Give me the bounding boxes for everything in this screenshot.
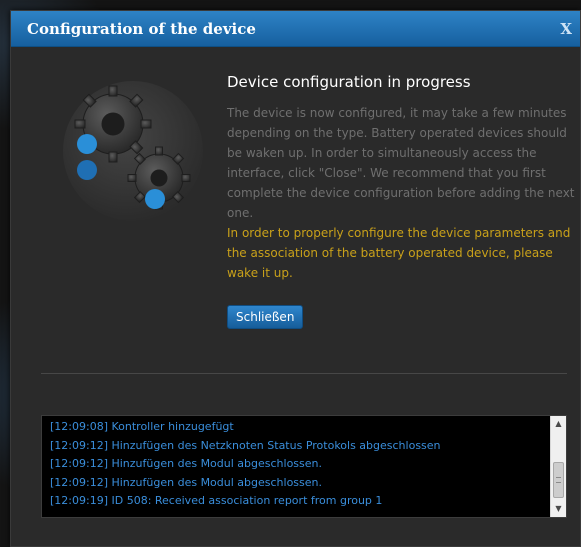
scroll-thumb[interactable]: [553, 462, 564, 498]
scroll-grip-icon: [556, 477, 561, 483]
progress-heading: Device configuration in progress: [227, 73, 471, 91]
gears-icon: [63, 81, 203, 221]
accent-dot-icon: [145, 189, 165, 209]
log-line: [12:09:08] Kontroller hinzugefügt: [50, 420, 234, 433]
divider: [41, 373, 567, 374]
log-lines: [12:09:08] Kontroller hinzugefügt [12:09…: [50, 418, 550, 511]
configuration-dialog: Configuration of the device X Device con…: [10, 10, 581, 547]
dialog-content: Device configuration in progress The dev…: [227, 73, 577, 329]
info-text: The device is now configured, it may tak…: [227, 106, 575, 220]
log-scrollbar[interactable]: ▲ ▼: [550, 416, 566, 517]
dialog-close-icon[interactable]: X: [560, 11, 572, 47]
accent-dot-icon: [77, 160, 97, 180]
log-line: [12:09:12] Hinzufügen des Modul abgeschl…: [50, 457, 323, 470]
log-line: [12:09:12] Hinzufügen des Netzknoten Sta…: [50, 438, 441, 452]
accent-dot-icon: [77, 134, 97, 154]
close-button[interactable]: Schließen: [227, 305, 304, 329]
scroll-up-icon[interactable]: ▲: [551, 416, 566, 432]
wake-up-warning: In order to properly configure the devic…: [227, 226, 571, 280]
dialog-title: Configuration of the device: [27, 20, 256, 38]
log-line: [12:09:12] Hinzufügen des Modul abgeschl…: [50, 475, 323, 489]
scroll-down-icon[interactable]: ▼: [551, 501, 566, 517]
log-panel[interactable]: [12:09:08] Kontroller hinzugefügt [12:09…: [41, 415, 567, 518]
dialog-titlebar: Configuration of the device X: [11, 11, 580, 47]
log-line: [12:09:19] ID 508: Received association …: [50, 494, 383, 507]
